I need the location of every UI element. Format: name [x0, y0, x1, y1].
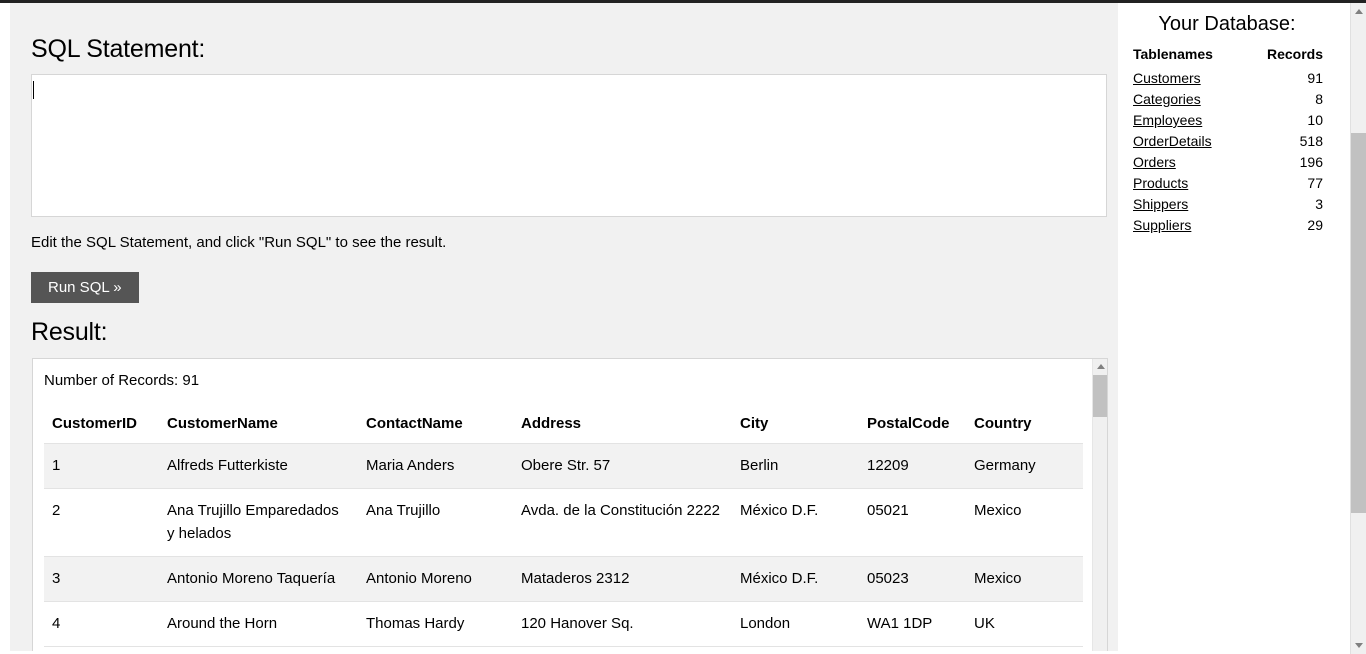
table-row: 1 Alfreds Futterkiste Maria Anders Obere… [44, 443, 1083, 489]
scroll-up-arrow-icon[interactable] [1093, 359, 1107, 374]
table-link-cell: Orders [1133, 152, 1245, 173]
sidebar-link-shippers[interactable]: Shippers [1133, 196, 1188, 212]
sidebar-link-customers[interactable]: Customers [1133, 70, 1201, 86]
column-header-customername: CustomerName [159, 405, 358, 444]
column-header-city: City [732, 405, 859, 444]
cell-customername: Alfreds Futterkiste [159, 443, 358, 489]
list-item: Shippers 3 [1133, 194, 1323, 215]
table-link-cell: Employees [1133, 110, 1245, 131]
sidebar-title: Your Database: [1158, 13, 1296, 35]
cell-customerid: 1 [44, 443, 159, 489]
record-count-shippers: 3 [1315, 196, 1323, 212]
cell-postalcode: 05023 [859, 556, 966, 602]
page-vertical-scrollbar[interactable] [1350, 3, 1366, 654]
cell-city: México D.F. [732, 556, 859, 602]
page-scroll-down-arrow-icon[interactable] [1351, 637, 1366, 654]
header-tablenames: Tablenames [1133, 46, 1213, 62]
column-header-country: Country [966, 405, 1083, 444]
hint-label: Edit the SQL Statement, and click "Run S… [31, 234, 447, 251]
record-count-orders: 196 [1299, 154, 1323, 170]
sidebar-link-employees[interactable]: Employees [1133, 112, 1202, 128]
cell-country: UK [966, 601, 1083, 647]
cell-contactname: Thomas Hardy [358, 601, 513, 647]
table-link-cell: OrderDetails [1133, 131, 1245, 152]
cell-city: London [732, 601, 859, 647]
cell-country: Mexico [966, 556, 1083, 602]
cell-city: México D.F. [732, 488, 859, 557]
table-header-row: CustomerID CustomerName ContactName Addr… [44, 405, 1083, 444]
table-row: 4 Around the Horn Thomas Hardy 120 Hanov… [44, 601, 1083, 647]
cell-country: Mexico [966, 488, 1083, 557]
sidebar-link-suppliers[interactable]: Suppliers [1133, 217, 1191, 233]
cell-postalcode: WA1 1DP [859, 601, 966, 647]
cell-contactname: Ana Trujillo [358, 488, 513, 557]
sidebar-link-orders[interactable]: Orders [1133, 154, 1176, 170]
db-table-header-row: Tablenames Records [1133, 46, 1323, 68]
column-header-postalcode: PostalCode [859, 405, 966, 444]
column-header-contactname: ContactName [358, 405, 513, 444]
cell-postalcode: 05021 [859, 488, 966, 557]
sidebar-link-orderdetails[interactable]: OrderDetails [1133, 133, 1212, 149]
record-count-products: 77 [1307, 175, 1323, 191]
record-count-categories: 8 [1315, 91, 1323, 107]
cell-customername: Around the Horn [159, 601, 358, 647]
cell-customerid: 4 [44, 601, 159, 647]
list-item: Products 77 [1133, 173, 1323, 194]
cell-address: Mataderos 2312 [513, 556, 732, 602]
cell-address: 120 Hanover Sq. [513, 601, 732, 647]
column-header-customerid: CustomerID [44, 405, 159, 444]
database-sidebar: Your Database: Tablenames Records Custom… [1118, 3, 1350, 654]
sql-input[interactable] [32, 75, 1106, 216]
result-table: CustomerID CustomerName ContactName Addr… [44, 405, 1083, 647]
cell-contactname: Maria Anders [358, 443, 513, 489]
cell-customername: Ana Trujillo Emparedados y helados [159, 488, 358, 557]
cell-customerid: 3 [44, 556, 159, 602]
record-count-customers: 91 [1307, 70, 1323, 86]
table-link-cell: Suppliers [1133, 215, 1245, 236]
sql-statement-heading: SQL Statement: [31, 35, 206, 63]
sidebar-link-products[interactable]: Products [1133, 175, 1188, 191]
cell-country: Germany [966, 443, 1083, 489]
cell-contactname: Antonio Moreno [358, 556, 513, 602]
list-item: Employees 10 [1133, 110, 1323, 131]
cell-address: Obere Str. 57 [513, 443, 732, 489]
list-item: Categories 8 [1133, 89, 1323, 110]
cell-customerid: 2 [44, 488, 159, 557]
result-panel: Number of Records: 91 CustomerID Custome… [32, 358, 1108, 654]
database-tables-list: Tablenames Records Customers 91 Categori… [1133, 46, 1323, 236]
result-scrollbar-thumb[interactable] [1093, 375, 1107, 417]
list-item: OrderDetails 518 [1133, 131, 1323, 152]
sql-editor-panel: SQL Statement: Edit the SQL Statement, a… [10, 3, 1118, 654]
sql-textarea-container[interactable] [31, 74, 1107, 217]
list-item: Orders 196 [1133, 152, 1323, 173]
result-heading: Result: [31, 318, 108, 346]
column-header-address: Address [513, 405, 732, 444]
list-item: Suppliers 29 [1133, 215, 1323, 236]
cell-customername: Antonio Moreno Taquería [159, 556, 358, 602]
table-link-cell: Shippers [1133, 194, 1245, 215]
table-row: 2 Ana Trujillo Emparedados y helados Ana… [44, 488, 1083, 557]
header-records: Records [1266, 46, 1323, 62]
cell-address: Avda. de la Constitución 2222 [513, 488, 732, 557]
page-scrollbar-thumb[interactable] [1351, 133, 1366, 513]
record-count-suppliers: 29 [1307, 217, 1323, 233]
sidebar-link-categories[interactable]: Categories [1133, 91, 1201, 107]
record-count-orderdetails: 518 [1299, 133, 1323, 149]
list-item: Customers 91 [1133, 68, 1323, 89]
cell-city: Berlin [732, 443, 859, 489]
result-vertical-scrollbar[interactable] [1092, 359, 1107, 653]
table-row: 3 Antonio Moreno Taquería Antonio Moreno… [44, 556, 1083, 602]
table-link-cell: Categories [1133, 89, 1245, 110]
table-link-cell: Customers [1133, 68, 1245, 89]
table-link-cell: Products [1133, 173, 1245, 194]
record-count-employees: 10 [1307, 112, 1323, 128]
run-sql-button[interactable]: Run SQL » [31, 272, 139, 303]
result-content: Number of Records: 91 CustomerID Custome… [33, 359, 1094, 647]
page-scroll-up-arrow-icon[interactable] [1351, 3, 1366, 20]
text-caret [33, 81, 34, 99]
cell-postalcode: 12209 [859, 443, 966, 489]
page-root: SQL Statement: Edit the SQL Statement, a… [0, 0, 1366, 654]
records-count-label: Number of Records: 91 [44, 372, 200, 389]
